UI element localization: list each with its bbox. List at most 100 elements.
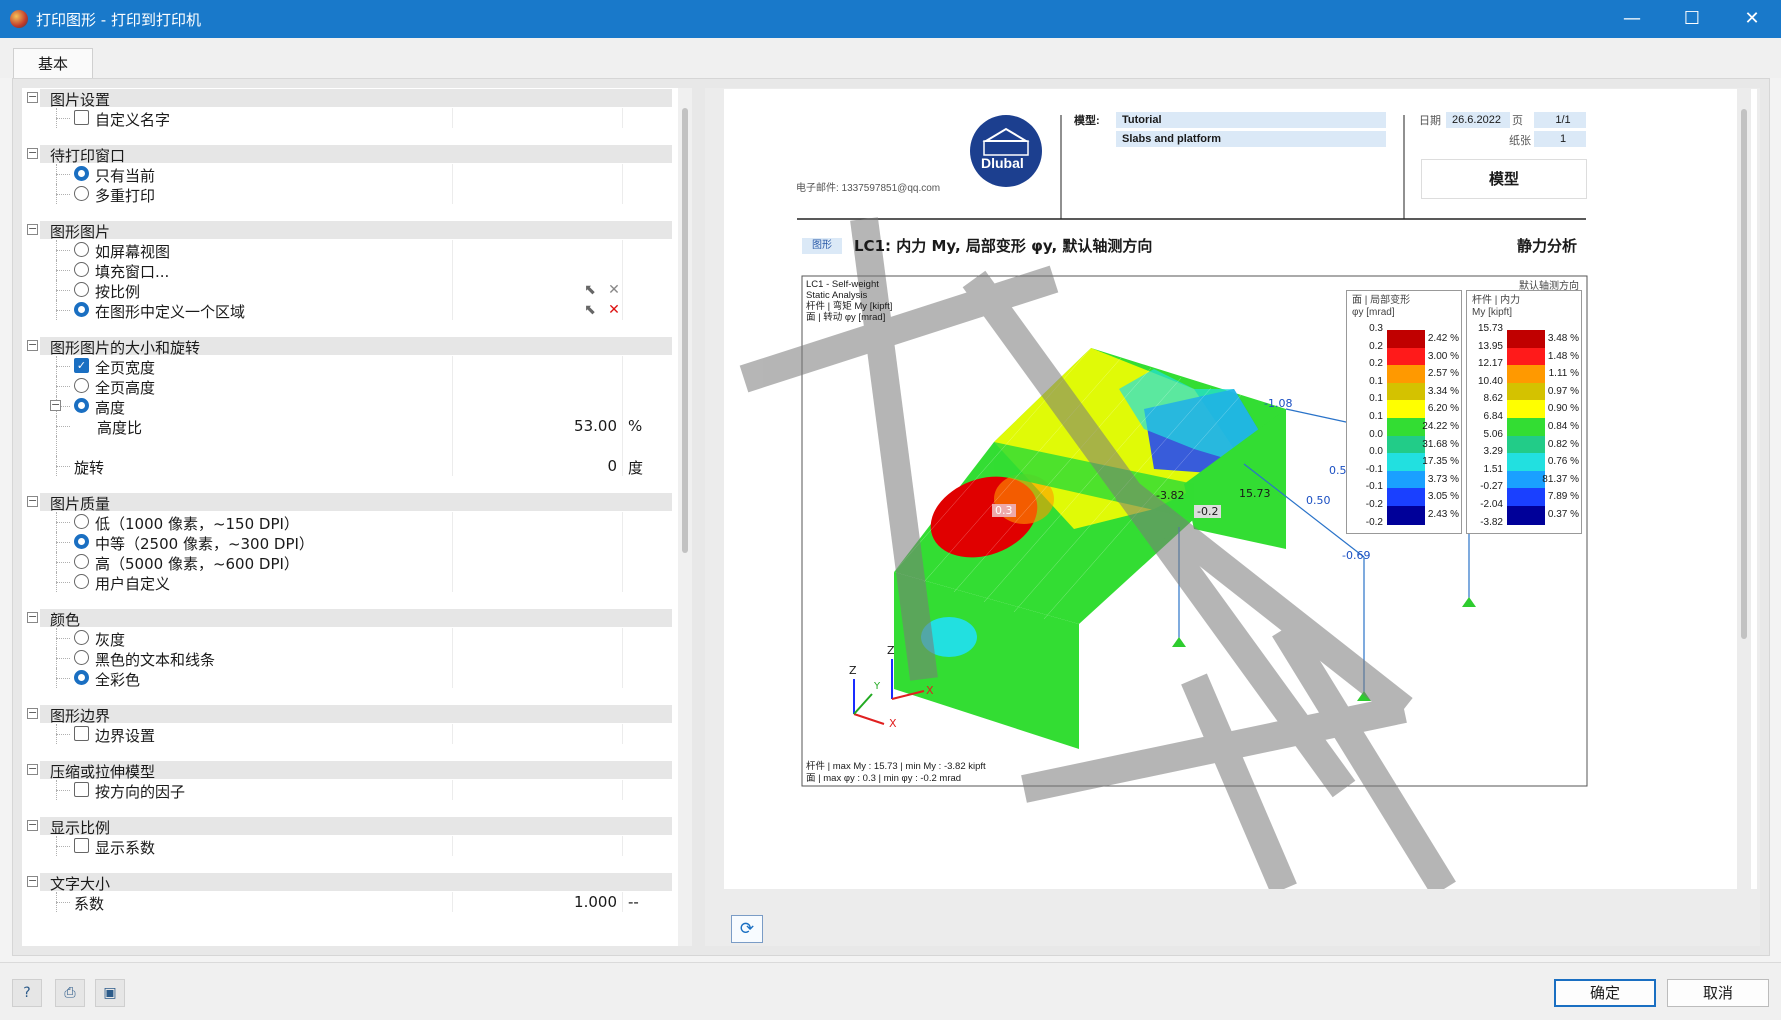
tree-group-2[interactable]: − 图形图片 (22, 220, 692, 241)
refresh-preview-button[interactable]: ⟳ (731, 915, 763, 943)
minimize-button[interactable]: — (1602, 0, 1662, 38)
legend-level: -0.2 (1365, 499, 1383, 510)
radio-button[interactable] (74, 242, 89, 257)
radio-button[interactable] (74, 302, 89, 317)
tree-item[interactable]: 按比例 ⬉ ✕ (22, 280, 692, 301)
checkbox[interactable] (74, 782, 89, 797)
checkbox[interactable] (74, 838, 89, 853)
tree-group-7[interactable]: − 压缩或拉伸模型 (22, 760, 692, 781)
radio-button[interactable] (74, 650, 89, 665)
maximize-button[interactable]: ☐ (1662, 0, 1722, 38)
legend-percent: 1.11 % (1548, 368, 1579, 380)
tree-item[interactable]: 灰度 (22, 628, 692, 649)
tree-group-3[interactable]: − 图形图片的大小和旋转 (22, 336, 692, 357)
save-icon[interactable]: ▣ (95, 979, 125, 1007)
legend-percent: 3.73 % (1427, 473, 1459, 485)
tree-item[interactable]: 只有当前 (22, 164, 692, 185)
radio-button[interactable] (74, 262, 89, 277)
collapse-toggle-icon[interactable]: − (27, 91, 38, 103)
checkbox[interactable] (74, 110, 89, 125)
column-divider (452, 724, 453, 744)
tree-item[interactable]: 边界设置 (22, 724, 692, 745)
collapse-toggle-icon[interactable]: − (27, 223, 38, 235)
collapse-toggle-icon[interactable]: − (27, 339, 38, 351)
tree-item[interactable]: 显示系数 (22, 836, 692, 857)
pick-icon[interactable]: ⬉ (582, 282, 598, 298)
print-settings-icon[interactable]: ⎙ (55, 979, 85, 1007)
tree-group-1[interactable]: − 待打印窗口 (22, 144, 692, 165)
tab-basic[interactable]: 基本 (13, 48, 93, 80)
tree-group-6[interactable]: − 图形边界 (22, 704, 692, 725)
tree-group-9[interactable]: − 文字大小 (22, 872, 692, 893)
tree-item[interactable]: 多重打印 (22, 184, 692, 205)
tree-item[interactable]: 系数 1.000 -- (22, 892, 692, 913)
collapse-toggle-icon[interactable]: − (27, 707, 38, 719)
radio-button[interactable] (74, 574, 89, 589)
tree-item[interactable]: 全彩色 (22, 668, 692, 689)
collapse-toggle-icon[interactable]: − (50, 399, 61, 411)
tree-item[interactable]: 全页高度 (22, 376, 692, 397)
tree-item[interactable]: 自定义名字 (22, 108, 692, 129)
collapse-toggle-icon[interactable]: − (27, 819, 38, 831)
radio-button[interactable] (74, 670, 89, 685)
radio-button[interactable] (74, 282, 89, 297)
delete-icon[interactable]: ✕ (606, 302, 622, 318)
tree-item[interactable]: 高（5000 像素，~600 DPI） (22, 552, 692, 573)
cancel-button[interactable]: 取消 (1667, 979, 1769, 1007)
tree-item[interactable]: 旋转 0 度 (22, 456, 692, 477)
group-header-bg (40, 817, 672, 835)
radio-button[interactable] (74, 534, 89, 549)
radio-button[interactable] (74, 514, 89, 529)
tree-item[interactable]: 高度比 53.00% (22, 416, 692, 437)
tree-item[interactable]: 填充窗口... (22, 260, 692, 281)
value-field[interactable]: 1.000 (574, 893, 617, 911)
scrollbar-thumb[interactable] (682, 108, 688, 553)
column-divider (452, 356, 453, 376)
value-field[interactable]: 0 (607, 457, 617, 475)
radio-button[interactable] (74, 166, 89, 181)
legend-level: 0.0 (1369, 446, 1383, 458)
radio-button[interactable] (74, 630, 89, 645)
group-label: 压缩或拉伸模型 (50, 763, 156, 781)
collapse-toggle-icon[interactable]: − (27, 495, 38, 507)
radio-button[interactable] (74, 554, 89, 569)
tree-item[interactable]: 低（1000 像素，~150 DPI） (22, 512, 692, 533)
tree-item[interactable]: 如屏幕视图 (22, 240, 692, 261)
tree-item[interactable]: 在图形中定义一个区域 ⬉ ✕ (22, 300, 692, 321)
tree-item[interactable]: 用户自定义 (22, 572, 692, 593)
checkbox[interactable]: ✓ (74, 358, 89, 373)
tree-item[interactable]: 中等（2500 像素，~300 DPI） (22, 532, 692, 553)
tree-group-0[interactable]: − 图片设置 (22, 88, 692, 109)
legend-swatch (1507, 488, 1545, 508)
collapse-toggle-icon[interactable]: − (27, 763, 38, 775)
value-field[interactable]: 53.00 (574, 417, 617, 435)
legend-level: 6.84 (1483, 411, 1503, 422)
collapse-toggle-icon[interactable]: − (27, 875, 38, 887)
collapse-toggle-icon[interactable]: − (27, 147, 38, 159)
radio-button[interactable] (74, 186, 89, 201)
checkbox[interactable] (74, 726, 89, 741)
radio-button[interactable] (74, 378, 89, 393)
tree-item[interactable]: ✓ 全页宽度 (22, 356, 692, 377)
settings-scrollbar[interactable] (678, 88, 692, 946)
collapse-toggle-icon[interactable]: − (27, 611, 38, 623)
radio-button[interactable] (74, 398, 89, 413)
figure-tag: 图形 (802, 238, 842, 254)
pick-icon[interactable]: ⬉ (582, 302, 598, 318)
tree-group-5[interactable]: − 颜色 (22, 608, 692, 629)
preview-scrollbar[interactable] (1737, 89, 1751, 889)
ok-button[interactable]: 确定 (1554, 979, 1656, 1007)
group-header-bg (40, 89, 672, 107)
delete-icon[interactable]: ✕ (606, 282, 622, 298)
close-button[interactable]: ✕ (1722, 0, 1781, 38)
legend-level: 8.62 (1483, 393, 1503, 405)
help-icon[interactable]: ? (12, 979, 42, 1007)
tree-group-4[interactable]: − 图片质量 (22, 492, 692, 513)
tree-group-8[interactable]: − 显示比例 (22, 816, 692, 837)
settings-tree: − 图片设置 自定义名字 − 待打印窗口 只有当前 多重打印 − 图形图片 如屏幕视图 填充窗口..… (22, 88, 692, 928)
column-divider (452, 512, 453, 532)
tree-item[interactable]: 黑色的文本和线条 (22, 648, 692, 669)
tree-item[interactable]: 按方向的因子 (22, 780, 692, 801)
tree-item[interactable]: 高度 − (22, 396, 692, 417)
scrollbar-thumb[interactable] (1741, 109, 1747, 639)
